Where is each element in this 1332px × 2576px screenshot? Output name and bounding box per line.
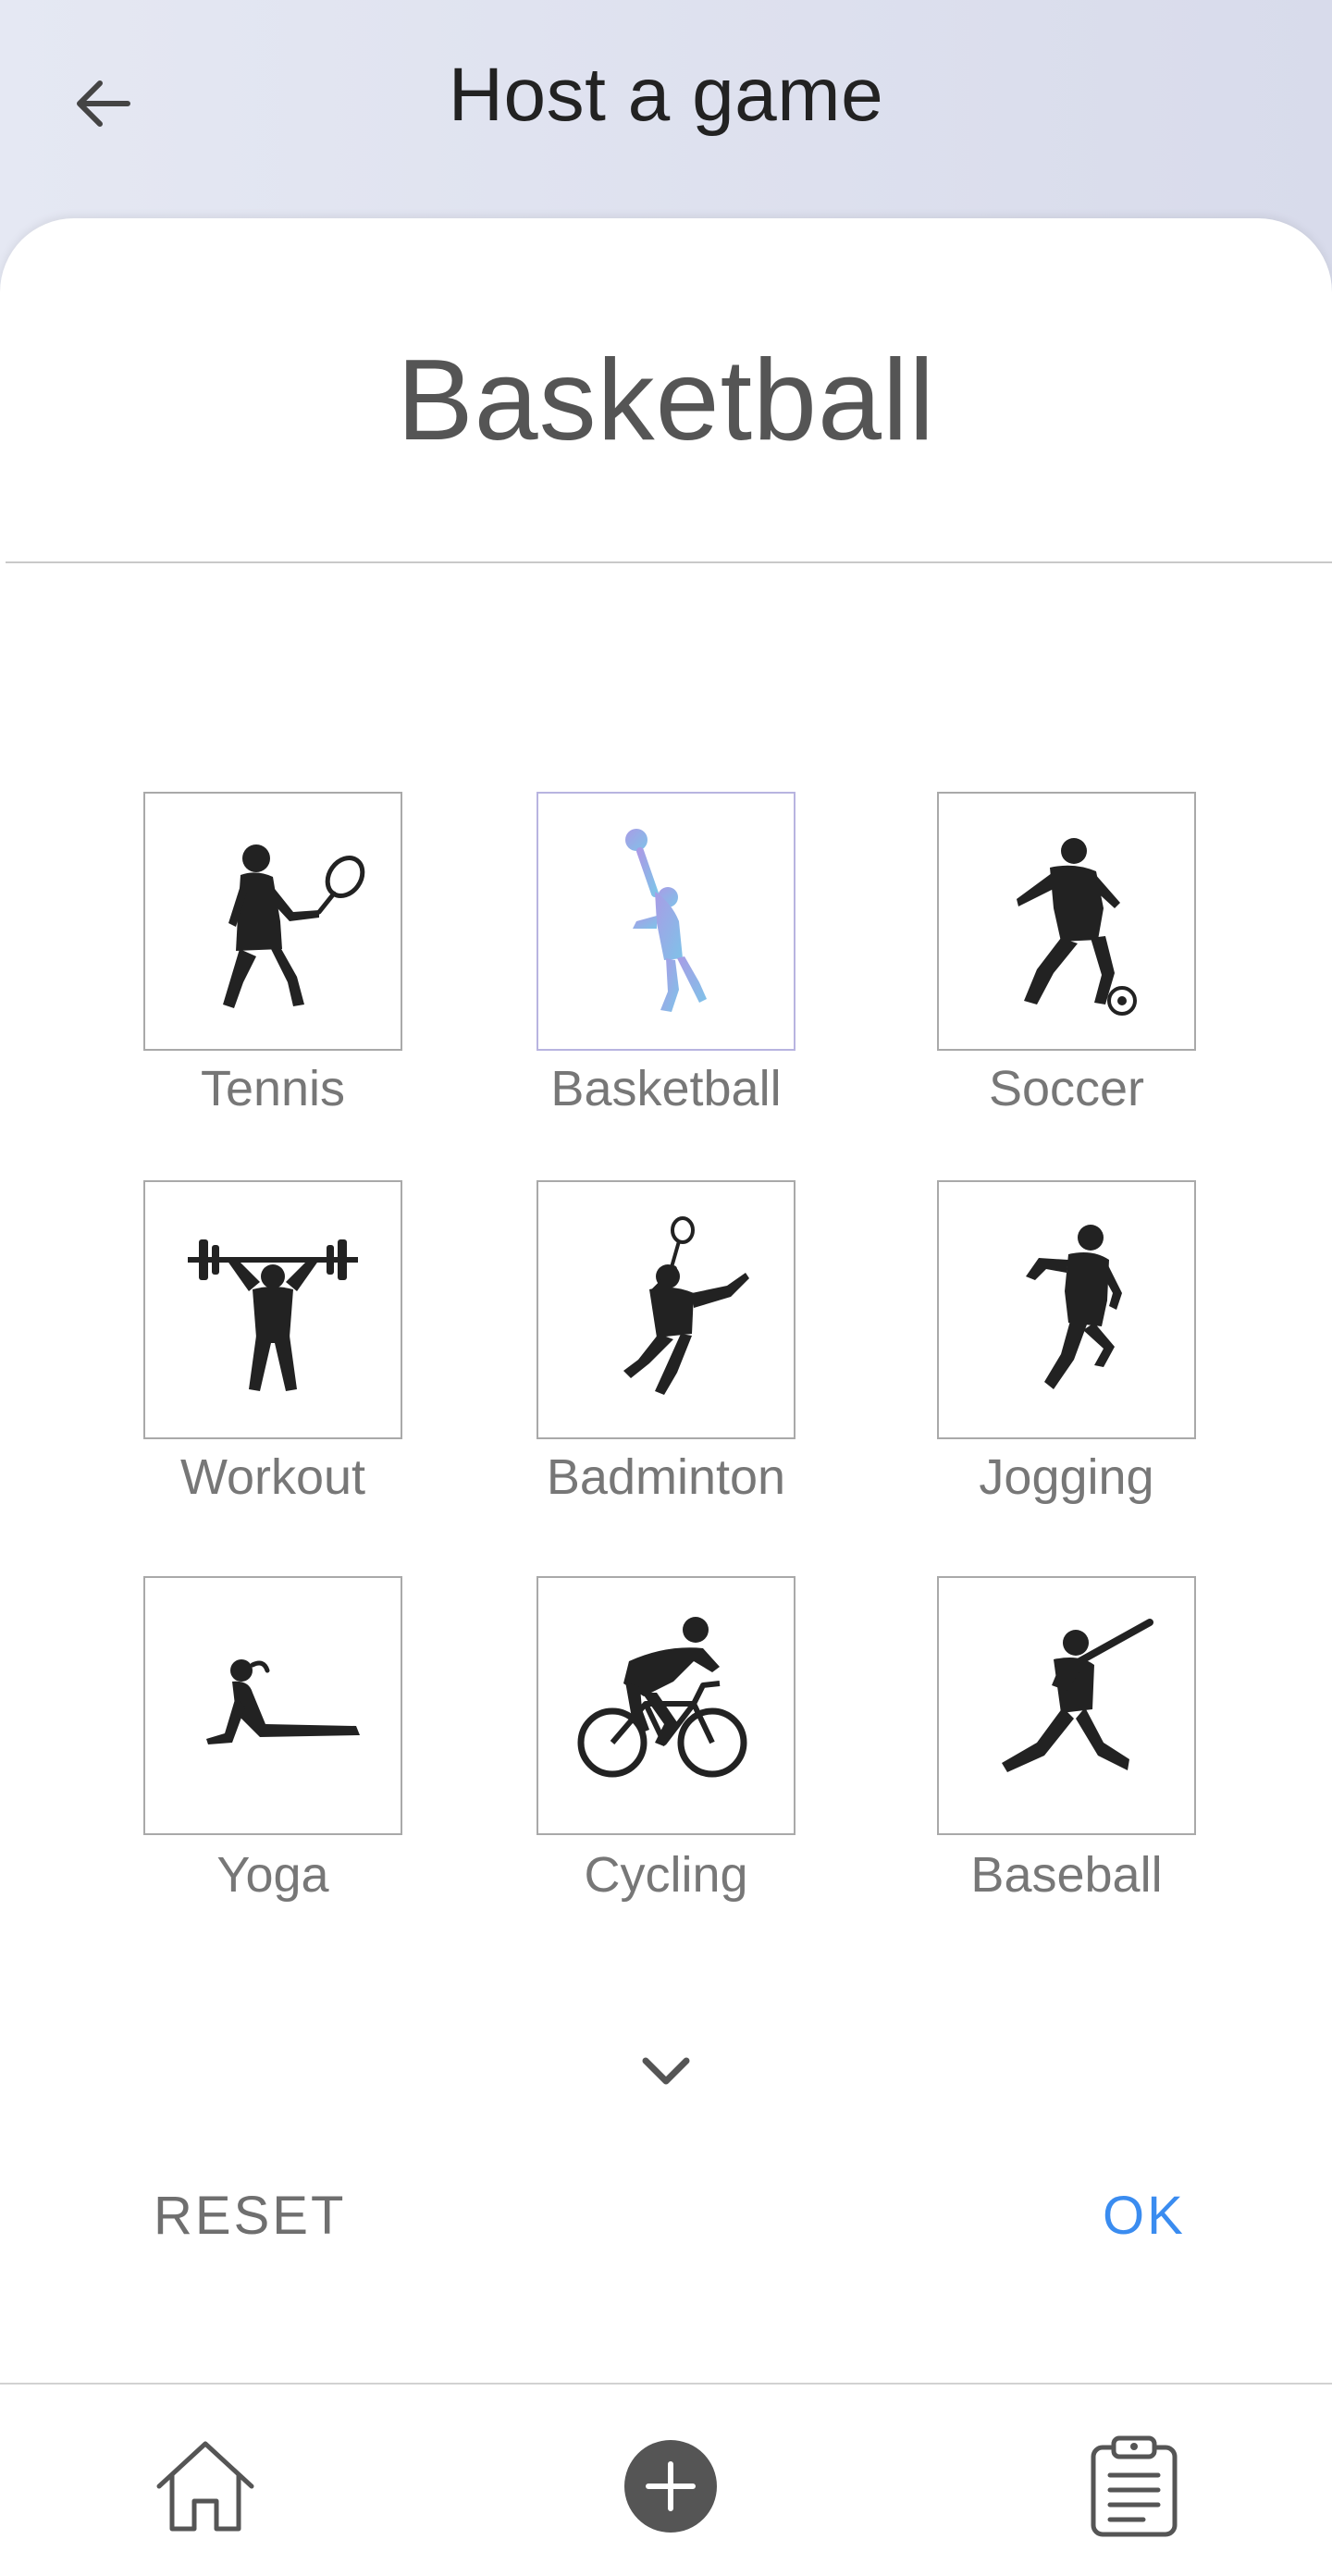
sport-label-badminton: Badminton — [546, 1449, 786, 1505]
chevron-down-icon — [642, 2057, 690, 2085]
sport-label-tennis: Tennis — [200, 1061, 346, 1116]
sport-label-jogging: Jogging — [979, 1449, 1154, 1505]
baseball-batter-icon — [1002, 1619, 1153, 1772]
sport-label-workout: Workout — [179, 1449, 366, 1505]
badminton-player-icon — [623, 1216, 749, 1395]
sport-tile-workout[interactable] — [143, 1180, 402, 1439]
yoga-pose-icon — [206, 1659, 360, 1744]
sport-label-yoga: Yoga — [216, 1847, 329, 1903]
weightlifter-icon — [188, 1239, 358, 1391]
sport-picker-sheet: Basketball Tennis Basketball Soccer Work… — [0, 218, 1332, 2386]
divider — [6, 561, 1332, 563]
sport-tile-badminton[interactable] — [536, 1180, 796, 1439]
sport-tile-baseball[interactable] — [937, 1576, 1196, 1835]
bottom-nav — [0, 2385, 1332, 2576]
cyclist-icon — [577, 1617, 747, 1778]
tennis-player-icon — [223, 844, 365, 1008]
app-header: Host a game — [0, 0, 1332, 213]
reset-button[interactable]: RESET — [154, 2185, 346, 2247]
sport-label-baseball: Baseball — [970, 1847, 1163, 1903]
sport-tile-jogging[interactable] — [937, 1180, 1196, 1439]
show-more-button[interactable] — [629, 2046, 703, 2101]
nav-home-button[interactable] — [150, 2431, 261, 2542]
sport-label-cycling: Cycling — [584, 1847, 748, 1903]
page-title: Host a game — [448, 53, 884, 137]
selected-sport-title: Basketball — [396, 337, 936, 464]
nav-clipboard-button[interactable] — [1079, 2431, 1190, 2542]
sport-tile-basketball[interactable] — [536, 792, 796, 1051]
sport-label-basketball: Basketball — [550, 1061, 782, 1116]
basketball-player-icon — [625, 829, 707, 1012]
sport-tile-tennis[interactable] — [143, 792, 402, 1051]
soccer-player-icon — [1017, 838, 1137, 1016]
sport-tile-cycling[interactable] — [536, 1576, 796, 1835]
runner-icon — [1026, 1225, 1122, 1389]
ok-button[interactable]: OK — [1103, 2185, 1186, 2247]
sport-tile-soccer[interactable] — [937, 792, 1196, 1051]
sport-label-soccer: Soccer — [988, 1061, 1145, 1116]
clipboard-icon — [1091, 2435, 1178, 2537]
add-circle-icon — [624, 2440, 717, 2533]
nav-add-button[interactable] — [615, 2431, 726, 2542]
sport-tile-yoga[interactable] — [143, 1576, 402, 1835]
home-icon — [156, 2441, 254, 2532]
